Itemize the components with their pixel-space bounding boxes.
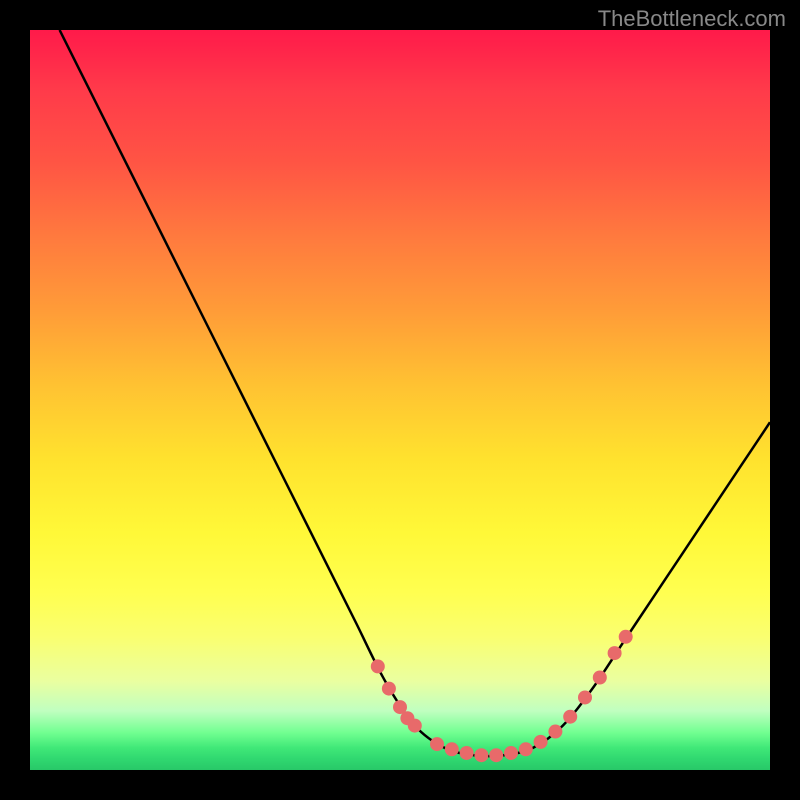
data-marker — [382, 682, 396, 696]
data-marker — [534, 735, 548, 749]
data-marker — [548, 725, 562, 739]
data-marker — [619, 630, 633, 644]
data-marker — [408, 719, 422, 733]
data-marker — [593, 671, 607, 685]
data-marker — [474, 748, 488, 762]
data-marker — [504, 746, 518, 760]
watermark-text: TheBottleneck.com — [598, 6, 786, 32]
data-markers — [371, 630, 633, 762]
data-marker — [563, 710, 577, 724]
data-marker — [519, 742, 533, 756]
chart-svg — [30, 30, 770, 770]
data-marker — [430, 737, 444, 751]
data-marker — [445, 742, 459, 756]
data-marker — [489, 748, 503, 762]
data-marker — [371, 659, 385, 673]
data-marker — [460, 746, 474, 760]
chart-plot-area — [30, 30, 770, 770]
bottleneck-curve — [60, 30, 770, 756]
data-marker — [578, 690, 592, 704]
data-marker — [608, 646, 622, 660]
